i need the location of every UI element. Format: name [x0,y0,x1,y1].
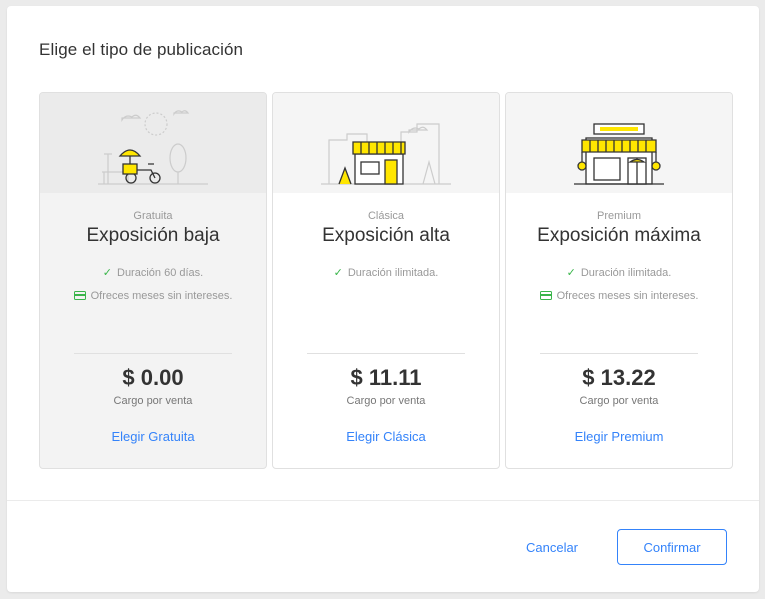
feature-text: Duración ilimitada. [580,266,672,279]
plan-name: Exposición alta [322,225,450,246]
feature-item: ✓ Duración ilimitada. [506,261,732,284]
choose-gratuita-link[interactable]: Elegir Gratuita [40,429,266,444]
check-icon: ✓ [102,267,112,279]
divider [540,353,698,354]
price-note: Cargo por venta [346,395,426,407]
bike-stand-illustration [40,93,266,193]
plan-price: $ 13.22 [582,365,656,390]
footer-divider [7,500,759,501]
feature-list: ✓ Duración ilimitada. Ofreces meses sin … [506,261,732,307]
plan-type-label: Gratuita [133,210,173,222]
check-icon: ✓ [566,267,576,279]
plan-name: Exposición baja [86,225,220,246]
choose-clasica-link[interactable]: Elegir Clásica [273,429,499,444]
feature-item: Ofreces meses sin intereses. [506,284,732,307]
credit-card-icon [539,291,552,300]
credit-card-icon [73,291,86,300]
divider [307,353,465,354]
feature-list: ✓ Duración 60 días. Ofreces meses sin in… [40,261,266,307]
check-icon: ✓ [333,267,343,279]
plan-price: $ 0.00 [122,365,184,390]
publication-type-modal: Elige el tipo de publicación Gratuita Ex… [7,6,759,592]
feature-text: Duración ilimitada. [347,266,439,279]
plan-name: Exposición máxima [537,225,701,246]
plan-card-gratuita[interactable]: Gratuita Exposición baja ✓ Duración 60 d… [39,92,267,469]
plan-card-premium[interactable]: Premium Exposición máxima ✓ Duración ili… [505,92,733,469]
store-illustration [506,93,732,193]
feature-text: Ofreces meses sin intereses. [90,289,233,302]
cancel-button[interactable]: Cancelar [512,529,592,565]
modal-title: Elige el tipo de publicación [39,40,244,59]
divider [74,353,232,354]
feature-text: Duración 60 días. [117,266,204,279]
shop-illustration [273,93,499,193]
confirm-button[interactable]: Confirmar [617,529,727,565]
plan-card-clasica[interactable]: Clásica Exposición alta ✓ Duración ilimi… [272,92,500,469]
price-note: Cargo por venta [579,395,659,407]
plan-cards: Gratuita Exposición baja ✓ Duración 60 d… [39,92,733,469]
choose-premium-link[interactable]: Elegir Premium [506,429,732,444]
feature-item: ✓ Duración 60 días. [40,261,266,284]
plan-type-label: Premium [596,210,641,222]
price-note: Cargo por venta [113,395,193,407]
plan-type-label: Clásica [367,210,405,222]
plan-price: $ 11.11 [350,365,422,390]
feature-list: ✓ Duración ilimitada. [273,261,499,284]
feature-text: Ofreces meses sin intereses. [556,289,699,302]
feature-item: ✓ Duración ilimitada. [273,261,499,284]
feature-item: Ofreces meses sin intereses. [40,284,266,307]
